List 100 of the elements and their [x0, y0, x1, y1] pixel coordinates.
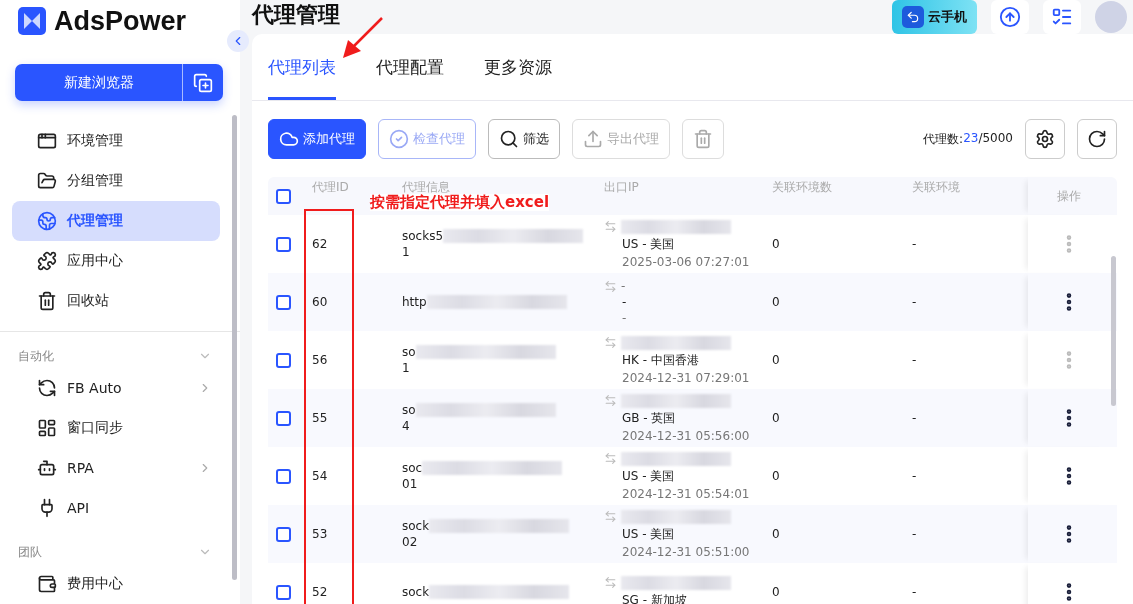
collapse-button[interactable] — [227, 30, 249, 52]
tab[interactable]: 更多资源 — [484, 34, 552, 100]
env-count: 0 — [772, 585, 781, 599]
proxy-info: 4 — [402, 419, 411, 433]
check-time: 2024-12-31 05:51:00 — [622, 544, 751, 559]
proxy-info: http — [402, 295, 427, 309]
puzzle-icon — [37, 251, 57, 272]
proxy-info: 1 — [402, 245, 411, 259]
nav-item[interactable]: 窗口同步 — [0, 408, 240, 448]
proxy-info: soc — [402, 461, 423, 475]
cloud-phone-button[interactable]: 云手机 — [892, 0, 977, 34]
proxy-id: 60 — [312, 295, 329, 309]
region: US - 美国 — [622, 235, 676, 253]
upload-icon — [583, 129, 603, 149]
settings-icon — [1035, 129, 1055, 149]
proxy-info: so — [402, 403, 416, 417]
row-checkbox[interactable] — [276, 526, 291, 542]
undo-icon — [906, 10, 920, 24]
proxy-info: 01 — [402, 477, 419, 491]
proxy-id: 56 — [312, 353, 329, 367]
env-count: 0 — [772, 469, 781, 483]
switch-icon — [604, 220, 617, 233]
env-list: - — [912, 353, 1028, 367]
trash-icon — [37, 291, 57, 312]
list-button[interactable] — [1043, 0, 1081, 34]
switch-icon — [604, 576, 617, 589]
brand-name: AdsPower — [54, 5, 187, 37]
window-icon — [37, 131, 57, 152]
upgrade-button[interactable] — [991, 0, 1029, 34]
switch-icon — [604, 394, 617, 407]
globe-icon — [37, 211, 57, 232]
trash-icon — [693, 129, 713, 149]
select-all-checkbox[interactable] — [276, 188, 291, 204]
row-checkbox[interactable] — [276, 352, 291, 368]
robot-icon — [37, 458, 57, 478]
env-count: 0 — [772, 353, 781, 367]
switch-icon — [604, 452, 617, 465]
proxy-id: 54 — [312, 469, 329, 483]
column-header: 关联环境 — [912, 180, 960, 194]
region: - — [622, 295, 628, 309]
refresh-icon — [1087, 129, 1107, 149]
env-count: 0 — [772, 411, 781, 425]
switch-icon — [604, 510, 617, 523]
toolbar-button[interactable]: 筛选 — [488, 119, 560, 159]
annotation-text: 按需指定代理并填入excel — [370, 194, 550, 211]
row-checkbox[interactable] — [276, 236, 291, 252]
check-time: - — [622, 311, 628, 325]
count-value: 23 — [963, 130, 979, 147]
nav-item[interactable]: 费用中心 — [0, 564, 240, 604]
switch-icon — [604, 336, 617, 349]
nav-item[interactable]: 环境管理 — [12, 121, 220, 162]
proxy-info: sock — [402, 519, 430, 533]
env-count: 0 — [772, 295, 781, 309]
env-list: - — [912, 527, 1028, 541]
refresh-button[interactable] — [1077, 119, 1117, 159]
proxy-info: 02 — [402, 535, 419, 549]
column-header: 代理信息 — [402, 180, 450, 194]
proxy-id: 52 — [312, 585, 329, 599]
env-list: - — [912, 469, 1028, 483]
region: US - 美国 — [622, 467, 676, 485]
env-list: - — [912, 585, 1028, 599]
count-total: /5000 — [978, 130, 1013, 147]
region: US - 美国 — [622, 525, 676, 543]
nav-item[interactable]: 应用中心 — [12, 241, 220, 282]
switch-icon — [604, 279, 617, 293]
column-header: 操作 — [1028, 177, 1110, 215]
annotation-arrow — [340, 16, 385, 60]
row-checkbox[interactable] — [276, 584, 291, 600]
nav-item[interactable]: RPA — [0, 448, 240, 488]
nav-item[interactable]: 分组管理 — [12, 161, 220, 202]
check-circle-icon — [389, 129, 409, 149]
proxy-info: so — [402, 345, 416, 359]
proxy-info: sock — [402, 585, 430, 599]
column-header: 代理ID — [312, 180, 349, 194]
region: HK - 中国香港 — [622, 351, 700, 369]
proxy-id: 62 — [312, 237, 329, 251]
env-count: 0 — [772, 527, 781, 541]
arrow-up-circle-icon — [999, 6, 1021, 28]
section-title: 自动化 — [18, 347, 54, 365]
row-checkbox[interactable] — [276, 294, 291, 310]
region: GB - 英国 — [622, 409, 677, 427]
wallet-icon — [37, 574, 57, 594]
logo-icon — [18, 7, 46, 35]
proxy-id: 55 — [312, 411, 329, 425]
row-checkbox[interactable] — [276, 468, 291, 484]
settings-button[interactable] — [1025, 119, 1065, 159]
nav-item[interactable]: API — [0, 488, 240, 528]
check-time: 2024-12-31 05:56:00 — [622, 428, 751, 443]
toolbar-button[interactable]: 添加代理 — [268, 119, 366, 159]
tab[interactable]: 代理列表 — [268, 34, 336, 100]
nav-item[interactable]: FB Auto — [0, 368, 240, 408]
nav-item[interactable]: 代理管理 — [12, 201, 220, 242]
column-header: 出口IP — [604, 180, 639, 194]
search-icon — [499, 129, 519, 149]
page-title: 代理管理 — [252, 1, 340, 29]
row-checkbox[interactable] — [276, 410, 291, 426]
tab[interactable]: 代理配置 — [376, 34, 444, 100]
nav-item[interactable]: 回收站 — [12, 281, 220, 322]
layout-icon — [37, 418, 57, 438]
check-time: 2025-03-06 07:27:01 — [622, 254, 751, 269]
